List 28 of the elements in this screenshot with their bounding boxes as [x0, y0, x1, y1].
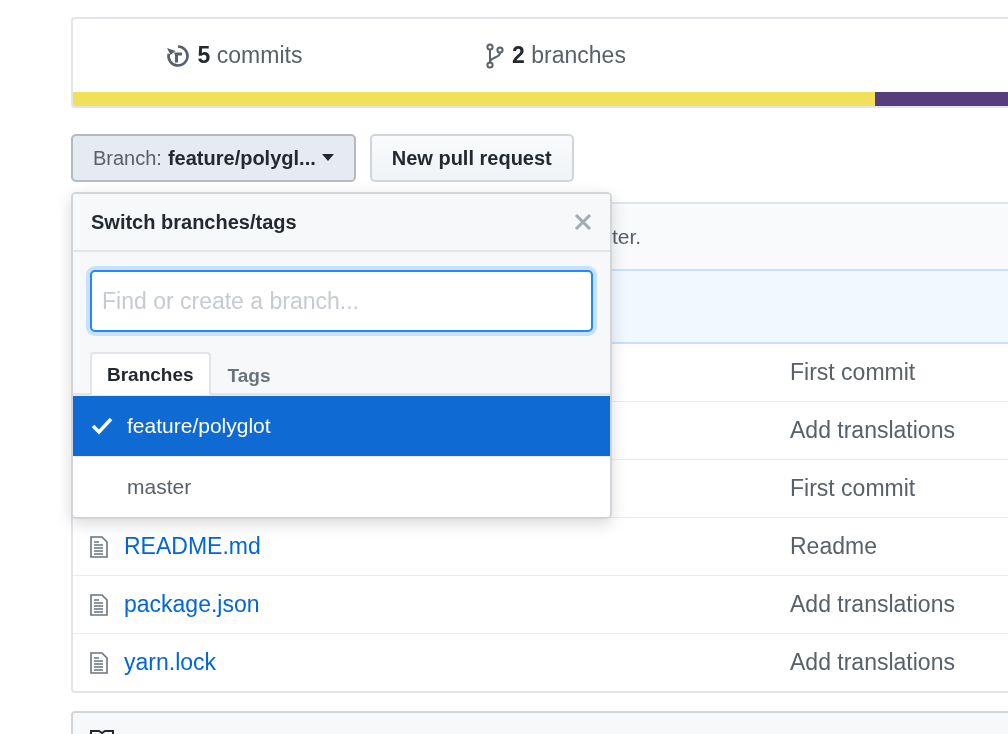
caret-icon	[321, 154, 334, 162]
branch-item[interactable]: master	[73, 456, 610, 517]
file-icon	[90, 651, 108, 674]
commit-message-link[interactable]: Add translations	[790, 591, 1008, 618]
menu-tab[interactable]: Tags	[210, 354, 288, 395]
commit-message-link[interactable]: Add translations	[790, 417, 1008, 444]
new-pull-request-button[interactable]: New pull request	[369, 134, 574, 182]
branch-item[interactable]: feature/polyglot	[73, 395, 610, 456]
menu-tab[interactable]: Branches	[90, 352, 211, 395]
branch-search-field[interactable]: Find or create a branch...	[90, 270, 593, 332]
file-link[interactable]: README.md	[124, 533, 261, 560]
file-icon	[90, 593, 108, 616]
file-link[interactable]: package.json	[124, 591, 260, 618]
file-link[interactable]: yarn.lock	[124, 649, 217, 676]
stat-link[interactable]: 2 branches	[512, 42, 626, 69]
commit-message-link[interactable]: Readme	[790, 533, 1008, 560]
commit-message-link[interactable]: First commit	[790, 475, 1008, 502]
commit-message-link[interactable]: First commit	[790, 359, 1008, 386]
branch-icon	[486, 42, 505, 69]
dropdown-title: Switch branches/tags	[91, 210, 297, 234]
commit-message-link[interactable]: Add translations	[790, 649, 1008, 676]
stat-link[interactable]: 5 commits	[197, 42, 303, 69]
file-icon	[90, 535, 108, 558]
close-icon[interactable]	[574, 213, 592, 231]
history-icon	[165, 43, 190, 68]
check-icon	[91, 417, 113, 435]
commit-message-text: ter.	[612, 224, 642, 249]
branch-select-button[interactable]: Branch: feature/polygl...	[71, 134, 356, 182]
